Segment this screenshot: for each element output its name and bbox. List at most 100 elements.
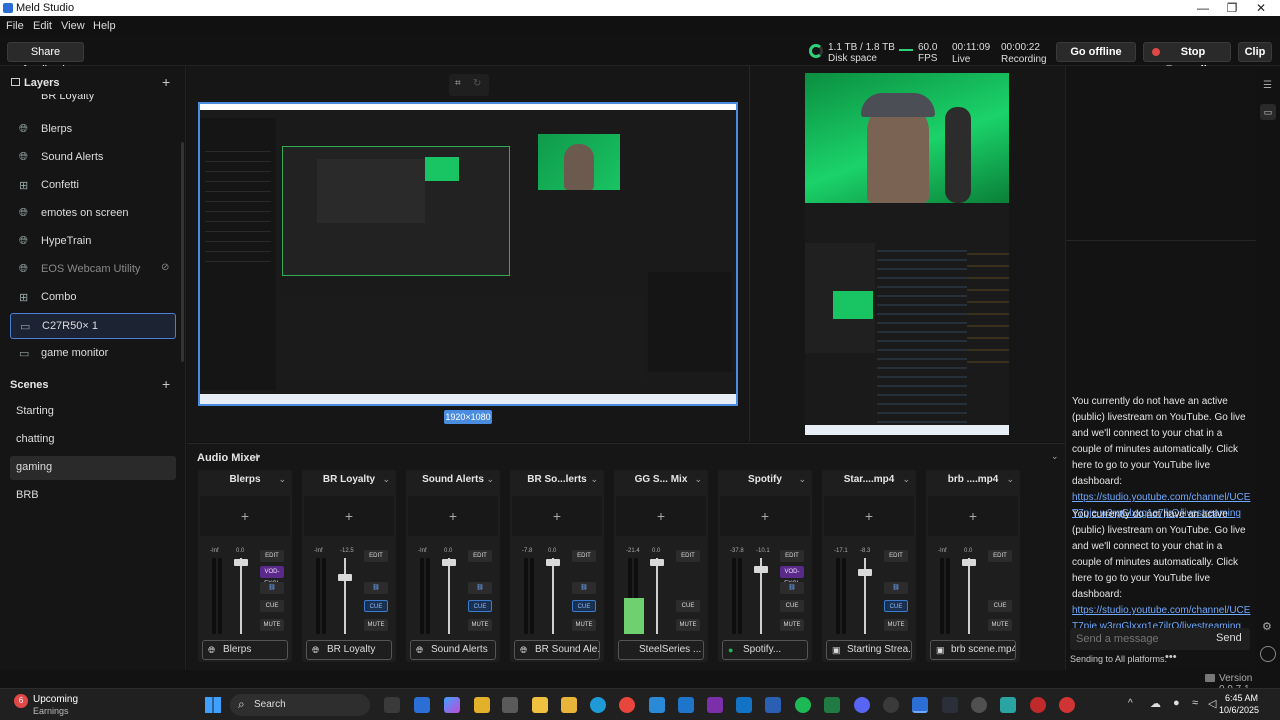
folder-icon[interactable] [532,697,548,713]
mute-button[interactable]: MUTE [884,619,908,631]
wifi-icon[interactable]: ≈ [1192,697,1198,709]
volume-fader-track[interactable] [344,558,346,634]
chevron-down-icon[interactable]: ⌄ [590,474,598,485]
menu-view[interactable]: View [61,20,85,32]
add-filter-button[interactable]: + [720,496,810,536]
chat-options-icon[interactable]: ••• [1165,651,1177,663]
cue-button[interactable]: CUE [780,600,804,612]
settings-icon[interactable] [971,697,987,713]
clip-button[interactable]: Clip [1238,42,1272,62]
chevron-down-icon[interactable]: ⌄ [382,474,390,485]
tray-chevron-icon[interactable]: ^ [1128,698,1133,709]
layer-item[interactable]: ⊞ Confetti [10,173,176,199]
meld-studio-icon[interactable] [912,697,928,713]
taskbar-search[interactable]: ⌕ Search [230,694,370,716]
volume-fader-knob[interactable] [754,566,768,573]
layer-item[interactable]: 🌐︎ Blerps [10,117,176,143]
cue-button[interactable]: CUE [364,600,388,612]
rotate-icon[interactable]: ↻ [473,78,481,89]
edit-button[interactable]: EDIT [572,550,596,562]
vod-exclude-badge[interactable]: VOD-EXCL [260,566,284,587]
edge-icon[interactable] [590,697,606,713]
audio-source-button[interactable]: ▣ Starting Strea... [826,640,912,660]
mute-button[interactable]: MUTE [468,619,492,631]
volume-fader-knob[interactable] [442,559,456,566]
settings-icon[interactable]: ⚙ [1262,620,1272,633]
audio-source-button[interactable]: 🌐︎ BR Sound Ale... [514,640,600,660]
cue-button[interactable]: CUE [468,600,492,612]
mute-button[interactable]: MUTE [676,619,700,631]
add-filter-button[interactable]: + [304,496,394,536]
cue-button[interactable]: CUE [988,600,1012,612]
clock-date[interactable]: 10/6/2025 [1219,705,1259,715]
cue-button[interactable]: CUE [572,600,596,612]
hidden-eye-icon[interactable]: ⊘ [161,262,169,273]
vscode-icon[interactable] [649,697,665,713]
link-icon[interactable]: ⛓ [780,582,804,594]
share-feedback-button[interactable]: Share feedback [7,42,84,76]
chevron-down-icon[interactable]: ⌄ [486,474,494,485]
app-icon[interactable] [1000,697,1016,713]
collapse-chevron-icon[interactable]: ⌄ [1051,451,1059,462]
app-icon[interactable] [942,697,958,713]
onenote-icon[interactable] [707,697,723,713]
layer-item[interactable]: 🌐︎ HypeTrain [10,229,176,255]
volume-fader-track[interactable] [552,558,554,634]
notes-icon[interactable] [474,697,490,713]
scene-item[interactable]: BRB [10,484,176,508]
add-layer-button[interactable]: + [162,74,170,90]
layer-item[interactable]: ⊞ Combo [10,285,176,311]
volume-fader-track[interactable] [656,558,658,634]
chat-send-button[interactable]: Send [1216,632,1242,644]
mic-icon[interactable]: ● [1173,697,1180,709]
volume-fader-track[interactable] [968,558,970,634]
volume-fader-knob[interactable] [650,559,664,566]
crop-icon[interactable]: ⌗ [455,78,461,89]
account-icon[interactable] [1260,646,1276,662]
chevron-down-icon[interactable]: ⌄ [1006,474,1014,485]
close-button[interactable]: ✕ [1246,1,1276,15]
layer-item[interactable]: 🌐︎ emotes on screen [10,201,176,227]
menu-edit[interactable]: Edit [33,20,52,32]
copilot-icon[interactable] [444,697,460,713]
menu-help[interactable]: Help [93,20,116,32]
app-icon[interactable] [414,697,430,713]
store-icon[interactable] [678,697,694,713]
add-filter-button[interactable]: + [616,496,706,536]
github-icon[interactable] [883,697,899,713]
audio-source-button[interactable]: 🌐︎ BR Loyalty [306,640,392,660]
chevron-down-icon[interactable]: ⌄ [902,474,910,485]
add-filter-button[interactable]: + [200,496,290,536]
word-icon[interactable] [765,697,781,713]
chevron-down-icon[interactable]: ⌄ [278,474,286,485]
add-audio-button[interactable]: + [253,449,261,464]
link-icon[interactable]: ⛓ [364,582,388,594]
app-icon[interactable] [1059,697,1075,713]
chat-bubble-icon[interactable]: ▭ [1260,104,1276,120]
audio-source-button[interactable]: ● Spotify... [722,640,808,660]
chevron-down-icon[interactable]: ⌄ [694,474,702,485]
edit-button[interactable]: EDIT [468,550,492,562]
cloud-icon[interactable]: ☁︎ [1150,697,1161,710]
maximize-button[interactable]: ❐ [1217,1,1247,15]
chat-input[interactable] [1076,630,1204,648]
volume-fader-knob[interactable] [546,559,560,566]
chevron-down-icon[interactable]: ⌄ [798,474,806,485]
scene-item[interactable]: Starting [10,400,176,424]
mute-button[interactable]: MUTE [260,619,284,631]
file-explorer-icon[interactable] [384,697,400,713]
layers-scrollbar[interactable] [181,142,184,362]
edit-button[interactable]: EDIT [780,550,804,562]
windows-start-icon[interactable] [205,697,221,713]
mute-button[interactable]: MUTE [364,619,388,631]
add-filter-button[interactable]: + [408,496,498,536]
vod-exclude-badge[interactable]: VOD-EXCL [780,566,804,587]
volume-fader-knob[interactable] [338,574,352,581]
discord-icon[interactable] [854,697,870,713]
chrome-icon[interactable] [619,697,635,713]
cue-button[interactable]: CUE [260,600,284,612]
weather-title[interactable]: Upcoming [33,694,78,705]
layer-item[interactable]: BR Loyalty [10,94,176,108]
go-offline-button[interactable]: Go offline [1056,42,1136,62]
minimize-button[interactable]: — [1188,1,1218,15]
